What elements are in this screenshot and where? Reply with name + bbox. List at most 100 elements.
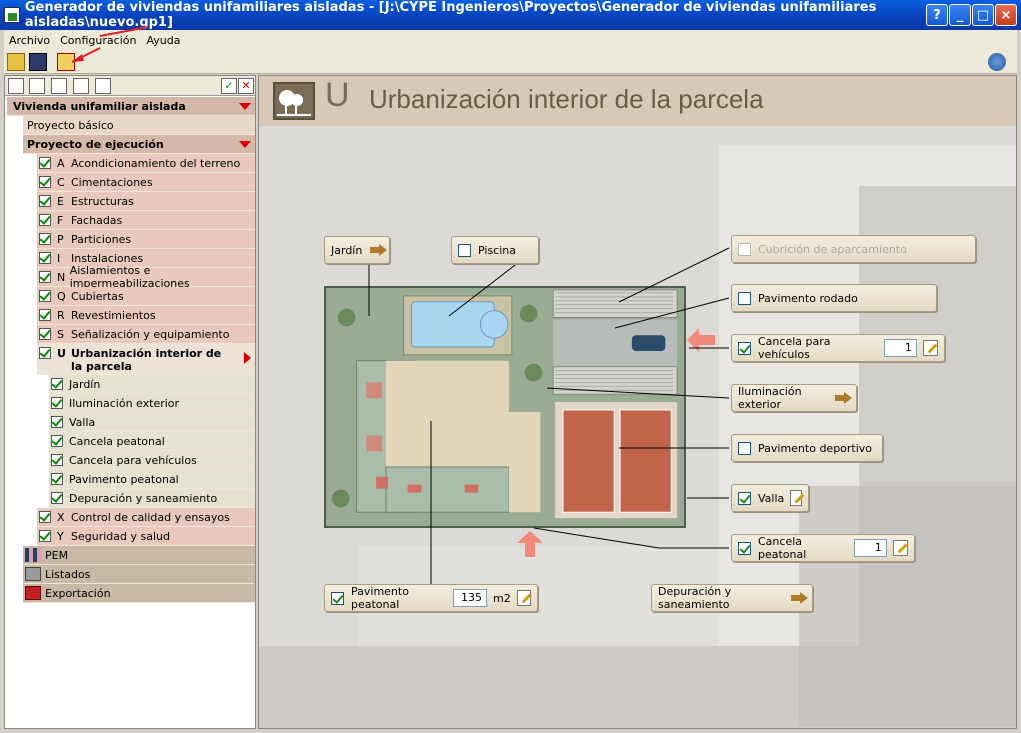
red-pointer-arrows (71, 26, 149, 63)
tree-item-proyecto-basico[interactable]: Proyecto básico (23, 116, 255, 135)
check-icon[interactable] (51, 435, 63, 447)
iluminacion-label: Iluminación exterior (738, 385, 802, 411)
check-icon[interactable] (39, 195, 51, 207)
chapter-row[interactable]: N Aislamientos e impermeabilizaciones (37, 264, 255, 290)
chapter-row[interactable]: Y Seguridad y salud (37, 527, 255, 546)
accept-icon[interactable]: ✓ (221, 78, 237, 94)
chapter-row[interactable]: F Fachadas (37, 211, 255, 230)
collapse-icon[interactable] (239, 102, 251, 110)
valla-checkbox[interactable] (738, 491, 751, 505)
unit-label: m2 (493, 591, 511, 605)
check-icon[interactable] (39, 252, 51, 264)
pavimento-rodado-checkbox[interactable] (738, 291, 751, 305)
chapter-row[interactable]: R Revestimientos (37, 306, 255, 325)
check-icon[interactable] (39, 530, 51, 542)
expand-arrow-icon[interactable] (244, 352, 251, 364)
window-title: Generador de viviendas unifamiliares ais… (24, 0, 877, 30)
up-icon[interactable] (95, 78, 111, 94)
chapter-row[interactable]: E Estructuras (37, 192, 255, 211)
maximize-button[interactable]: □ (972, 4, 994, 26)
check-icon[interactable] (51, 378, 63, 390)
cancela-peatonal-checkbox[interactable] (738, 541, 751, 555)
check-icon[interactable] (39, 290, 51, 302)
pencil-icon[interactable] (516, 590, 531, 606)
sub-item-label: Valla (69, 415, 96, 429)
tree-item-label: Proyecto básico (27, 118, 114, 132)
cancela-peatonal-input[interactable]: 1 (854, 539, 887, 557)
chapter-row[interactable]: S Señalización y equipamiento (37, 325, 255, 344)
chapter-row[interactable]: X Control de calidad y ensayos (37, 508, 255, 527)
tree-item-pem[interactable]: PEM (23, 546, 255, 565)
sub-item-row[interactable]: Iluminación exterior (49, 394, 255, 413)
sub-item-row[interactable]: Cancela para vehículos (49, 451, 255, 470)
new-page-icon[interactable] (29, 78, 45, 94)
delete-icon[interactable] (8, 78, 24, 94)
pavimento-peatonal-option[interactable]: Pavimento peatonal 135 m2 (324, 584, 538, 612)
chapter-label: Cubiertas (71, 289, 124, 303)
sub-item-row[interactable]: Depuración y saneamiento (49, 489, 255, 508)
piscina-option[interactable]: Piscina (451, 236, 539, 264)
check-icon[interactable] (39, 157, 51, 169)
check-icon[interactable] (51, 473, 63, 485)
help-button[interactable]: ? (926, 4, 948, 26)
globe-icon[interactable] (988, 53, 1006, 71)
cancela-vehiculos-option[interactable]: Cancela para vehículos 1 (731, 334, 945, 362)
check-icon[interactable] (51, 397, 63, 409)
piscina-checkbox[interactable] (458, 243, 471, 257)
check-icon[interactable] (51, 416, 63, 428)
check-icon[interactable] (39, 309, 51, 321)
valla-option[interactable]: Valla (731, 484, 809, 512)
tree-root-label: Vivienda unifamiliar aislada (13, 99, 186, 113)
chapter-code: U (57, 347, 66, 360)
check-icon[interactable] (39, 176, 51, 188)
tree-item-label: Exportación (45, 586, 111, 600)
depuracion-button[interactable]: Depuración y saneamiento (651, 584, 813, 612)
chapter-row[interactable]: A Acondicionamiento del terreno (37, 154, 255, 173)
pencil-icon[interactable] (922, 340, 938, 356)
collapse-icon[interactable] (239, 140, 251, 148)
cancela-peatonal-label: Cancela peatonal (758, 535, 807, 561)
pavimento-peatonal-checkbox[interactable] (331, 591, 344, 605)
pavimento-deportivo-checkbox[interactable] (738, 441, 751, 455)
chapter-row[interactable]: P Particiones (37, 230, 255, 249)
cancela-vehiculos-input[interactable]: 1 (884, 339, 917, 357)
tree-item-exportacion[interactable]: Exportación (23, 584, 255, 603)
check-icon[interactable] (39, 233, 51, 245)
minimize-button[interactable]: _ (949, 4, 971, 26)
cancela-vehiculos-checkbox[interactable] (738, 341, 751, 355)
iluminacion-button[interactable]: Iluminación exterior (731, 384, 857, 412)
tree-item-listados[interactable]: Listados (23, 565, 255, 584)
project-tree-panel: ✓ ✕ Vivienda unifamiliar aislada Proyect… (4, 75, 256, 729)
jardin-button[interactable]: Jardín (324, 236, 390, 264)
pavimento-rodado-option[interactable]: Pavimento rodado (731, 284, 937, 312)
close-button[interactable]: × (995, 4, 1017, 26)
sub-item-row[interactable]: Pavimento peatonal (49, 470, 255, 489)
sub-item-row[interactable]: Valla (49, 413, 255, 432)
check-icon[interactable] (39, 511, 51, 523)
chapter-row-selected[interactable]: U Urbanización interior de la parcela (37, 344, 255, 375)
check-icon[interactable] (39, 271, 51, 283)
pavimento-peatonal-input[interactable]: 135 (453, 589, 488, 607)
pencil-icon[interactable] (790, 490, 802, 506)
pencil-icon[interactable] (892, 540, 908, 556)
check-icon[interactable] (51, 454, 63, 466)
sub-item-row[interactable]: Jardín (49, 375, 255, 394)
leader-lines (368, 247, 730, 584)
pavimento-deportivo-option[interactable]: Pavimento deportivo (731, 434, 883, 462)
check-icon[interactable] (39, 214, 51, 226)
tree-root[interactable]: Vivienda unifamiliar aislada (7, 97, 255, 116)
chapter-label: Estructuras (71, 194, 134, 208)
chapter-row[interactable]: Q Cubiertas (37, 287, 255, 306)
check-icon[interactable] (51, 492, 63, 504)
edit-icon[interactable] (73, 78, 89, 94)
cancela-peatonal-option[interactable]: Cancela peatonal 1 (731, 534, 915, 562)
list-icon[interactable] (51, 78, 67, 94)
chapter-row[interactable]: C Cimentaciones (37, 173, 255, 192)
cancel-icon[interactable]: ✕ (238, 78, 254, 94)
check-icon[interactable] (39, 347, 51, 359)
sub-item-row[interactable]: Cancela peatonal (49, 432, 255, 451)
chapter-code: Q (57, 289, 66, 303)
check-icon[interactable] (39, 328, 51, 340)
tree-item-proyecto-ejecucion[interactable]: Proyecto de ejecución (23, 135, 255, 154)
cancela-vehiculos-label: Cancela para vehículos (758, 335, 831, 361)
